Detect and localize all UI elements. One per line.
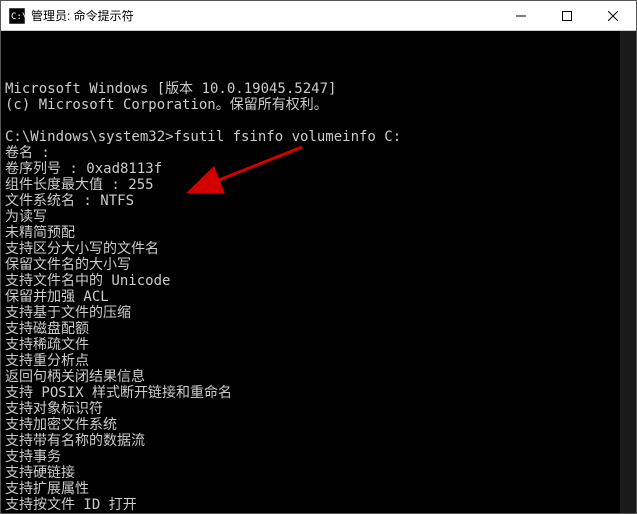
- terminal-line: 保留并加强 ACL: [5, 289, 632, 305]
- terminal-line: 组件长度最大值 : 255: [5, 177, 632, 193]
- window-controls: [498, 1, 636, 30]
- maximize-button[interactable]: [544, 1, 590, 30]
- terminal-line: 支持稀疏文件: [5, 337, 632, 353]
- terminal-line: 支持对象标识符: [5, 401, 632, 417]
- vertical-scrollbar[interactable]: [620, 31, 636, 513]
- terminal-line: 支持扩展属性: [5, 481, 632, 497]
- terminal-line: 卷名 :: [5, 145, 632, 161]
- terminal-line: (c) Microsoft Corporation。保留所有权利。: [5, 97, 632, 113]
- terminal-line: 支持 POSIX 样式断开链接和重命名: [5, 385, 632, 401]
- terminal-line: 支持磁盘配额: [5, 321, 632, 337]
- terminal-line: 文件系统名 : NTFS: [5, 193, 632, 209]
- terminal-line: 支持按文件 ID 打开: [5, 497, 632, 513]
- titlebar: C:\ 管理员: 命令提示符: [1, 1, 636, 31]
- close-button[interactable]: [590, 1, 636, 30]
- terminal-line: 卷序列号 : 0xad8113f: [5, 161, 632, 177]
- terminal-line: 支持区分大小写的文件名: [5, 241, 632, 257]
- minimize-button[interactable]: [498, 1, 544, 30]
- terminal-line: Microsoft Windows [版本 10.0.19045.5247]: [5, 81, 632, 97]
- terminal-line: 保留文件名的大小写: [5, 257, 632, 273]
- window-title: 管理员: 命令提示符: [31, 7, 134, 24]
- terminal-line: 支持加密文件系统: [5, 417, 632, 433]
- terminal-output[interactable]: Microsoft Windows [版本 10.0.19045.5247](c…: [1, 31, 636, 513]
- terminal-line: [5, 113, 632, 129]
- terminal-line: 支持重分析点: [5, 353, 632, 369]
- svg-text:C:\: C:\: [11, 12, 25, 22]
- terminal-line: 支持事务: [5, 449, 632, 465]
- terminal-line: 支持文件名中的 Unicode: [5, 273, 632, 289]
- window: C:\ 管理员: 命令提示符: [0, 0, 637, 514]
- terminal-line: 返回句柄关闭结果信息: [5, 369, 632, 385]
- terminal-line: 为读写: [5, 209, 632, 225]
- terminal-line: C:\Windows\system32>fsutil fsinfo volume…: [5, 129, 632, 145]
- terminal-line: 支持带有名称的数据流: [5, 433, 632, 449]
- cmd-icon: C:\: [9, 8, 25, 24]
- terminal-line: 支持硬链接: [5, 465, 632, 481]
- terminal-line: 支持基于文件的压缩: [5, 305, 632, 321]
- terminal-line: 未精简预配: [5, 225, 632, 241]
